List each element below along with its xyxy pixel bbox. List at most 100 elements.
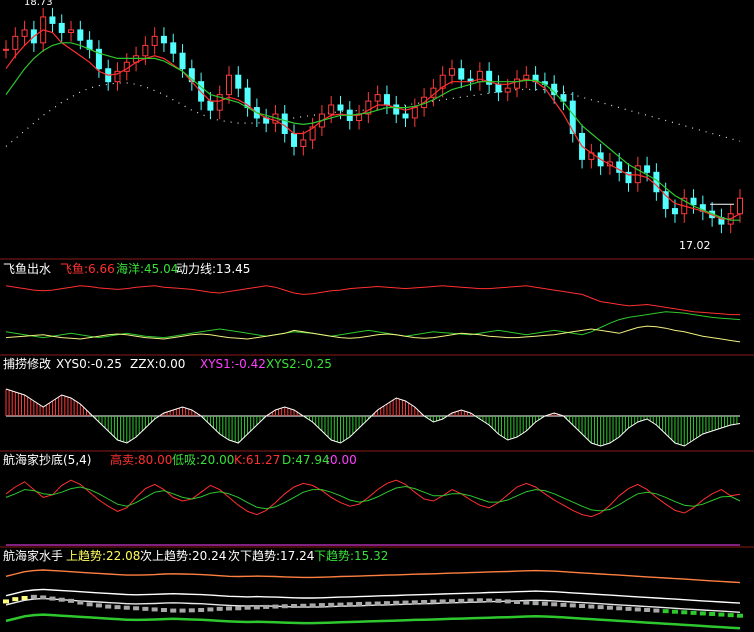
price-high-label: 18.73 <box>24 0 53 8</box>
shuishou-price-block <box>114 605 121 610</box>
shuishou-price-block <box>225 606 232 611</box>
candle-body <box>374 94 381 102</box>
candle-body <box>160 35 167 44</box>
shuishou-price-block <box>216 606 223 611</box>
dongli-value: 动力线:13.45 <box>176 262 250 276</box>
shuishou-price-block <box>569 603 576 608</box>
candle-body <box>3 48 9 51</box>
shuishou-price-block <box>532 601 539 606</box>
candle-body <box>12 35 19 50</box>
candle-body <box>337 104 344 111</box>
shuishou-price-block <box>179 608 186 613</box>
candle-body <box>225 74 232 96</box>
candle-body <box>170 42 177 54</box>
extra-value: :0.00 <box>326 453 357 467</box>
dixi-value: 低吸:20.00 <box>172 453 234 467</box>
shuishou-price-block <box>411 600 418 605</box>
shuishou-price-block <box>486 598 493 603</box>
shuishou-price-block <box>21 596 28 600</box>
shuishou-price-block <box>328 602 335 607</box>
shuishou-price-block <box>541 601 548 606</box>
d-value: D:47.94 <box>282 453 330 467</box>
shuishou-price-block <box>662 609 669 614</box>
shuishou-price-block <box>681 610 688 615</box>
xys0-value: XYS0:-0.25 <box>56 357 122 371</box>
shuishou-price-block <box>300 603 307 608</box>
shuishou-price-block <box>551 602 558 607</box>
candle-body <box>402 113 409 119</box>
ci-shang-value: 次上趋势:20.24 <box>140 549 226 563</box>
shuishou-price-block <box>579 604 586 608</box>
zzx-value: ZZX:0.00 <box>130 357 185 371</box>
shuishou-price-block <box>198 608 205 612</box>
candle-body <box>300 139 307 147</box>
candle-body <box>151 35 158 46</box>
shuishou-price-block <box>597 605 604 610</box>
candle-body <box>644 165 651 173</box>
shuishou-price-block <box>318 603 325 608</box>
shuishou-price-block <box>68 598 75 603</box>
candle-body <box>737 197 743 215</box>
shuishou-price-block <box>709 612 716 616</box>
candle-body <box>281 113 288 134</box>
shuishou-price-block <box>690 610 697 615</box>
shuishou-price-block <box>12 597 19 602</box>
candle-body <box>411 107 418 119</box>
shuishou-price-block <box>86 602 93 607</box>
shuishou-price-block <box>616 606 623 611</box>
shuishou-price-block <box>625 606 632 611</box>
shuishou-price-block <box>77 600 84 605</box>
shuishou-price-block <box>495 598 502 603</box>
shuishou-price-block <box>272 604 279 609</box>
shuishou-title: 航海家水手 <box>3 548 63 563</box>
shuishou-price-block <box>458 598 465 603</box>
candle-body <box>690 197 697 206</box>
shuishou-price-block <box>123 605 130 610</box>
shuishou-price-block <box>727 613 734 618</box>
ci-xia-value: 次下趋势:17.24 <box>228 549 314 563</box>
bulao-title: 捕捞修改 <box>3 356 51 371</box>
shuishou-price-block <box>30 594 37 599</box>
candle-body <box>68 29 75 33</box>
candle-body <box>49 16 56 24</box>
candle-body <box>671 208 678 215</box>
feiyu-value: 飞鱼:6.66 <box>60 262 115 276</box>
candle-body <box>207 100 214 111</box>
xys1-value: XYS1:-0.42 <box>200 357 266 371</box>
shuishou-price-block <box>49 596 56 601</box>
shuishou-price-block <box>309 603 316 608</box>
shuishou-price-block <box>421 600 428 604</box>
candle-body <box>504 87 511 93</box>
shuishou-price-block <box>374 601 381 606</box>
candle-body <box>58 22 65 33</box>
chaodi-title: 航海家抄底(5,4) <box>3 452 91 467</box>
shuishou-price-block <box>142 606 149 611</box>
shuishou-price-block <box>402 600 409 605</box>
candle-body <box>142 44 149 57</box>
shuishou-price-block <box>718 612 725 617</box>
k-value: K:61.27 <box>234 453 280 467</box>
shuishou-price-block <box>291 604 298 608</box>
shang-value: 上趋势:22.08 <box>66 549 140 563</box>
shuishou-price-block <box>346 602 353 607</box>
shuishou-price-block <box>188 608 195 613</box>
candle-body <box>495 83 502 93</box>
candle-body <box>328 104 335 115</box>
candle-body <box>448 68 455 76</box>
shuishou-price-block <box>235 606 242 611</box>
shuishou-price-block <box>560 602 567 607</box>
shuishou-price-block <box>448 599 455 604</box>
shuishou-price-block <box>40 595 47 600</box>
candle-body <box>235 74 242 89</box>
candle-body <box>291 132 298 147</box>
xia-value: 下趋势:15.32 <box>314 549 388 563</box>
candle-body <box>383 94 390 106</box>
shuishou-price-block <box>207 607 214 612</box>
shuishou-price-block <box>653 608 660 613</box>
shuishou-price-block <box>634 607 641 612</box>
haiyang-value: 海洋:45.04 <box>116 261 178 276</box>
candle-body <box>514 78 521 89</box>
shuishou-price-block <box>644 608 651 612</box>
shuishou-price-block <box>588 604 595 609</box>
shuishou-price-block <box>365 601 372 606</box>
